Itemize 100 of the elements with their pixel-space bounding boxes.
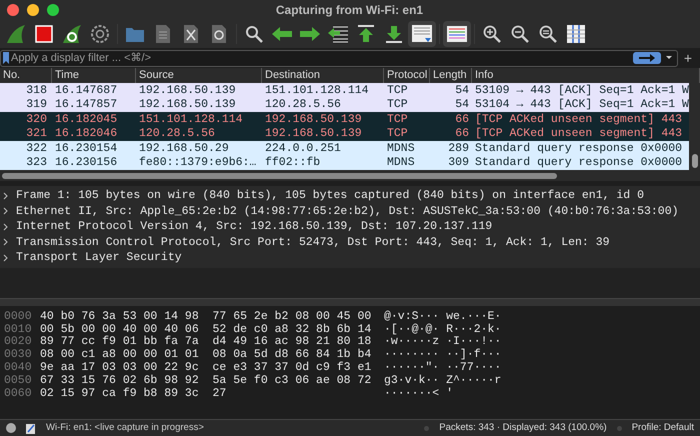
go-to-packet-icon (327, 24, 349, 44)
capture-status: Wi-Fi: en1: <live capture in progress> (46, 420, 205, 435)
hex-offset: 0000 (3, 308, 33, 324)
table-cell-text: 120.28.5.56 (138, 126, 216, 142)
settings-icon (90, 24, 110, 44)
ascii-text: ·w·····z ·I···!·· (384, 334, 502, 348)
zoom-out-icon (510, 24, 530, 44)
table-cell-text: 319 (25, 97, 48, 114)
table-cell-text: 322 (25, 140, 48, 157)
packet-row[interactable]: 323 16.230156 fe80::1379:e9b6:… ff02::fb MDNS 309 Standard query response 0x0000 (0, 156, 689, 170)
window-title: Capturing from Wi-Fi: en1 (276, 2, 424, 19)
tree-item[interactable]: Transport Layer Security (0, 250, 700, 266)
left-arrow-icon (271, 26, 293, 42)
file-icon (155, 24, 171, 44)
shark-fin-icon (5, 23, 27, 45)
table-cell-text: TCP (386, 82, 409, 99)
hex-bytes: 89 77 cc f9 01 bb fa 7a d4 49 16 ac 98 21 80 18 (40, 334, 372, 348)
edit-note-icon[interactable] (26, 422, 36, 434)
table-cell-text: 16.182046 (54, 126, 118, 142)
packet-row[interactable]: 318 16.147687 192.168.50.139 151.101.128.114 TCP 54 53109 → 443 [ACK] Seq=1 Ack=1 W (0, 83, 689, 98)
zoom-button[interactable] (47, 4, 59, 16)
folder-icon (125, 25, 145, 43)
table-cell-text: 289 (447, 140, 470, 157)
close-file-icon (183, 24, 199, 44)
status-dot-icon (6, 423, 16, 433)
hex-offset: 0040 (3, 360, 33, 375)
tree-item-text: Internet Protocol Version 4, Src: 192.168.50.139, Dst: 107.20.137.119 (15, 219, 492, 236)
add-filter-button[interactable]: + (680, 48, 696, 68)
table-cell-text: 192.168.50.139 (138, 97, 237, 114)
splitter-handle[interactable] (0, 298, 700, 306)
table-cell-text: 320 (25, 112, 48, 128)
hex-bytes: 02 15 97 ca f9 b8 89 3c 27 (40, 386, 228, 402)
ascii-text: ········ ··]·f··· (384, 347, 502, 362)
table-cell-text: 53104 → 443 [ACK] Seq=1 Ack=1 W (474, 97, 689, 114)
table-cell-text: Standard query response 0x0000 (474, 155, 684, 172)
bookmark-icon (3, 52, 9, 64)
table-cell-text: TCP (386, 126, 409, 142)
tree-item[interactable]: Internet Protocol Version 4, Src: 192.168.50.139, Dst: 107.20.137.119 (0, 219, 700, 234)
close-button[interactable] (7, 4, 19, 16)
tree-item[interactable]: Frame 1: 105 bytes on wire (840 bits), 105 bytes captured (840 bits) on interface en1, id 0 (0, 188, 700, 204)
table-cell-text: MDNS (386, 155, 416, 172)
toolbar-button[interactable] (443, 21, 471, 47)
packet-row[interactable]: 322 16.230154 192.168.50.29 224.0.0.251 MDNS 289 Standard query response 0x0000 (0, 141, 689, 156)
ascii-text: ······"· ··77···· (384, 360, 502, 374)
search-icon (244, 24, 264, 44)
table-cell-text: [TCP ACKed unseen segment] 443 (474, 126, 684, 142)
hex-bytes: 08 00 c1 a8 00 00 01 01 08 0a 5d d8 66 84 1b b4 (40, 347, 372, 362)
ascii-text: @·v:S··· we.···E· (384, 308, 502, 324)
table-cell-text: 321 (25, 126, 48, 142)
tree-item-text: Transport Layer Security (15, 250, 182, 266)
resize-columns-icon (566, 24, 586, 44)
zoom-in-icon (482, 24, 502, 44)
stop-icon (35, 25, 53, 43)
packet-row[interactable]: 320 16.182045 151.101.128.114 192.168.50.139 TCP 66 [TCP ACKed unseen segment] 443 (0, 112, 689, 126)
table-cell-text: TCP (386, 112, 409, 128)
table-cell-text: 16.182045 (54, 112, 118, 128)
ascii-text: ·······< ' (384, 386, 454, 402)
table-cell-text: [TCP ACKed unseen segment] 443 (474, 112, 684, 128)
tree-item[interactable]: Transmission Control Protocol, Src Port: 52473, Dst Port: 443, Seq: 1, Ack: 1, Len: 39 (0, 234, 700, 250)
table-cell-text: 54 (454, 97, 470, 114)
table-cell-text: 224.0.0.251 (264, 140, 342, 156)
down-arrow-icon (384, 24, 404, 44)
hex-offset: 0020 (3, 334, 33, 349)
packet-row[interactable]: 321 16.182046 120.28.5.56 192.168.50.139 TCP 66 [TCP ACKed unseen segment] 443 (0, 126, 689, 141)
hex-offset: 0010 (3, 322, 33, 336)
table-cell-text: TCP (386, 97, 409, 114)
autoscroll-icon (411, 24, 433, 44)
table-cell-text: 192.168.50.139 (264, 126, 363, 142)
table-cell-text: Standard query response 0x0000 (474, 140, 684, 156)
table-cell-text: 16.230156 (54, 155, 118, 172)
table-cell-text: 16.147687 (54, 82, 118, 99)
hex-offset: 0050 (3, 372, 33, 388)
shark-fin-refresh-icon (61, 23, 83, 45)
minimize-button[interactable] (27, 4, 39, 16)
up-arrow-icon (356, 24, 376, 44)
hex-bytes: 9e aa 17 03 03 00 22 9c ce e3 37 37 0d c9 f3 e1 (40, 360, 372, 374)
ascii-text: g3·v·k·· Z^·····r (384, 372, 502, 388)
table-cell-text: 309 (447, 155, 470, 172)
table-cell-text: 323 (25, 155, 48, 172)
ascii-text: ·[··@·@· R···2·k· (384, 322, 502, 336)
table-cell-text: 53109 → 443 [ACK] Seq=1 Ack=1 W (474, 82, 689, 98)
packet-row[interactable]: 319 16.147857 192.168.50.139 120.28.5.56 TCP 54 53104 → 443 [ACK] Seq=1 Ack=1 W (0, 98, 689, 112)
table-cell-text: MDNS (386, 140, 416, 157)
table-cell-text: 66 (454, 126, 470, 142)
horizontal-scrollbar[interactable] (0, 170, 700, 181)
profile-label[interactable]: Profile: Default (632, 420, 694, 436)
toolbar-button[interactable] (408, 21, 436, 47)
table-cell-text: 16.147857 (54, 97, 118, 114)
table-cell-text: 318 (25, 82, 48, 99)
apply-filter-button[interactable] (633, 52, 661, 64)
table-cell-text: 192.168.50.29 (138, 140, 230, 156)
zoom-reset-icon (538, 24, 558, 44)
table-cell-text: 16.230154 (54, 140, 118, 157)
right-arrow-icon (299, 26, 321, 42)
right-arrow-icon (639, 54, 655, 62)
tree-item-text: Transmission Control Protocol, Src Port: 52473, Dst Port: 443, Seq: 1, Ack: 1, Len: 39 (15, 234, 610, 251)
colored-lines-icon (446, 25, 468, 43)
tree-item-text: Frame 1: 105 bytes on wire (840 bits), 105 bytes captured (840 bits) on interface en1, id 0 (15, 188, 644, 204)
table-cell-text: 151.101.128.114 (264, 82, 370, 99)
table-cell-text: 192.168.50.139 (264, 112, 363, 128)
